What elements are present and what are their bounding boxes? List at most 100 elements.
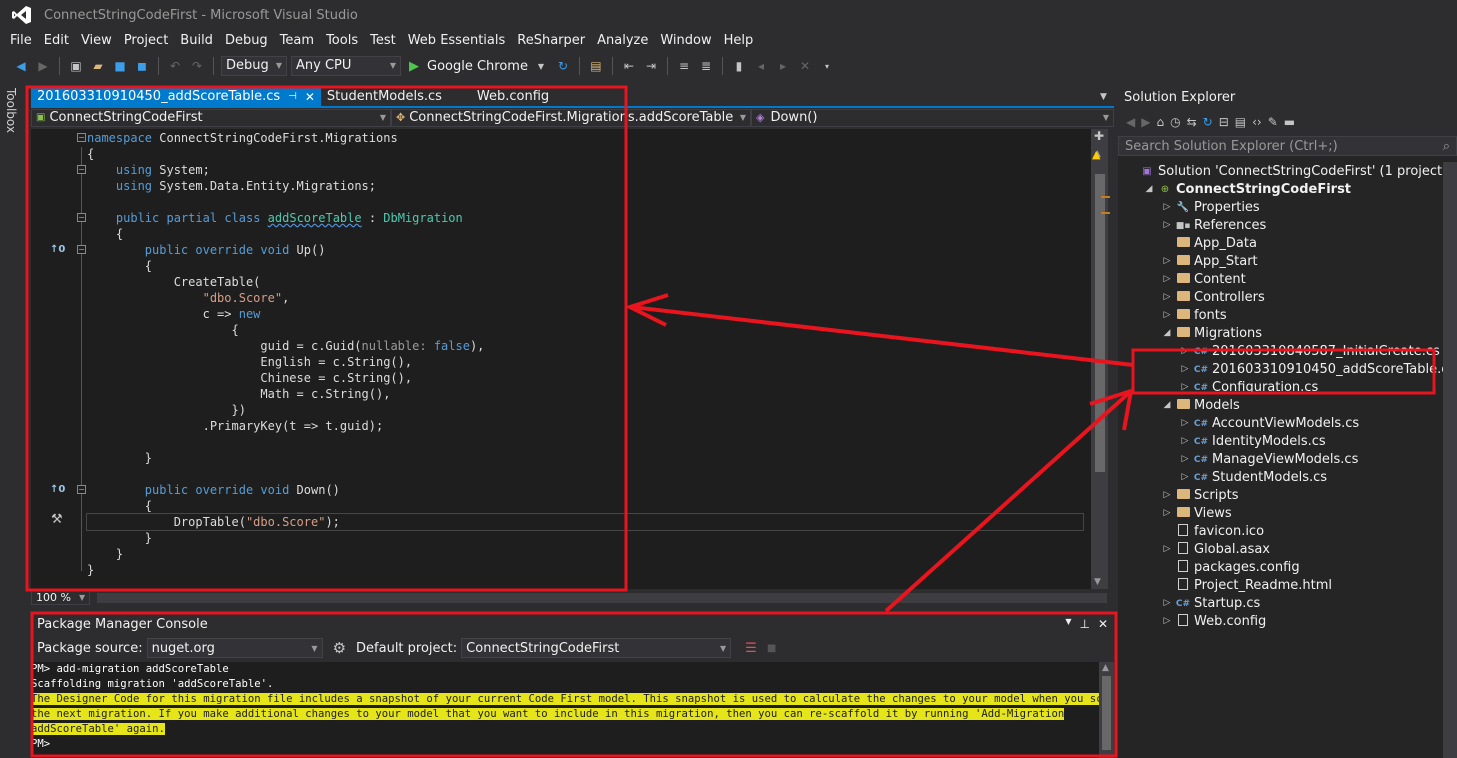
- collapse-all-icon[interactable]: ⊟: [1219, 115, 1229, 129]
- forward-icon[interactable]: ▶: [1141, 115, 1150, 129]
- tree-item[interactable]: ▷ C# 201603310840587_InitialCreate.cs: [1118, 342, 1457, 360]
- bookmark-icon[interactable]: ▮: [730, 57, 748, 75]
- package-source-dropdown[interactable]: nuget.org ▼: [146, 638, 323, 658]
- tree-item[interactable]: ▷ Content: [1118, 270, 1457, 288]
- collapse-icon[interactable]: −: [77, 133, 86, 142]
- prev-bookmark-icon[interactable]: ◂: [752, 57, 770, 75]
- codelens-references[interactable]: ↑0: [50, 484, 65, 495]
- tree-item[interactable]: ◢ Models: [1118, 396, 1457, 414]
- zoom-dropdown[interactable]: 100 % ▼: [31, 590, 91, 605]
- tree-item[interactable]: ▷ C# ManageViewModels.cs: [1118, 450, 1457, 468]
- refresh-icon[interactable]: ↻: [554, 57, 572, 75]
- close-icon[interactable]: ✕: [1098, 617, 1108, 631]
- back-icon[interactable]: ◀: [1126, 115, 1135, 129]
- menu-tools[interactable]: Tools: [320, 30, 364, 52]
- code-icon[interactable]: ‹›: [1252, 115, 1262, 129]
- tree-item[interactable]: ▷ ■▪ References: [1118, 216, 1457, 234]
- solution-explorer-search-input[interactable]: Search Solution Explorer (Ctrl+;) ⌕: [1118, 136, 1457, 156]
- tab-overflow-icon[interactable]: ▼: [1100, 92, 1107, 102]
- editor-vertical-scrollbar[interactable]: ▲ ▼: [1091, 129, 1108, 589]
- code-editor[interactable]: − − − − − ↑0 ↑0 ⚒ namespace ConnectStrin…: [31, 129, 1091, 589]
- menu-build[interactable]: Build: [174, 30, 219, 52]
- history-icon[interactable]: ◷: [1170, 115, 1180, 129]
- clear-console-icon[interactable]: ☰: [745, 641, 757, 656]
- refresh-icon[interactable]: ↻: [1203, 115, 1213, 129]
- collapsed-arrow-icon[interactable]: ▷: [1160, 310, 1174, 320]
- show-all-files-icon[interactable]: ▤: [1235, 115, 1246, 129]
- tree-item[interactable]: ▣ Solution 'ConnectStringCodeFirst' (1 pr…: [1118, 162, 1457, 180]
- redo-icon[interactable]: ↷: [188, 57, 206, 75]
- tree-item[interactable]: Project_Readme.html: [1118, 576, 1457, 594]
- expanded-arrow-icon[interactable]: ◢: [1160, 400, 1174, 410]
- properties-icon[interactable]: ✎: [1268, 115, 1278, 129]
- back-icon[interactable]: ◀: [12, 57, 30, 75]
- indent-icon[interactable]: ⇤: [620, 57, 638, 75]
- collapsed-arrow-icon[interactable]: ▷: [1160, 256, 1174, 266]
- chevron-down-icon[interactable]: ▼: [532, 57, 550, 75]
- collapsed-arrow-icon[interactable]: ▷: [1160, 274, 1174, 284]
- tab-webconfig[interactable]: Web.config: [471, 88, 555, 106]
- tree-item[interactable]: packages.config: [1118, 558, 1457, 576]
- tree-item[interactable]: ▷ Global.asax: [1118, 540, 1457, 558]
- tree-item[interactable]: ▷ C# StudentModels.cs: [1118, 468, 1457, 486]
- hammer-icon[interactable]: ⚒: [51, 512, 63, 527]
- save-all-icon[interactable]: ◼: [133, 57, 151, 75]
- collapsed-arrow-icon[interactable]: ▷: [1160, 616, 1174, 626]
- settings-gear-icon[interactable]: ⚙: [333, 639, 346, 657]
- menu-test[interactable]: Test: [364, 30, 402, 52]
- collapsed-arrow-icon[interactable]: ▷: [1160, 598, 1174, 608]
- pmc-vertical-scrollbar[interactable]: ▲: [1099, 662, 1114, 758]
- tree-item[interactable]: ◢ Migrations: [1118, 324, 1457, 342]
- collapsed-arrow-icon[interactable]: ▷: [1178, 364, 1192, 374]
- comment-icon[interactable]: ≡: [675, 57, 693, 75]
- collapsed-arrow-icon[interactable]: ▷: [1160, 508, 1174, 518]
- collapsed-arrow-icon[interactable]: ▷: [1160, 490, 1174, 500]
- tree-item[interactable]: ▷ 🔧 Properties: [1118, 198, 1457, 216]
- tree-item[interactable]: ▷ Scripts: [1118, 486, 1457, 504]
- tree-item[interactable]: ◢ ⊕ ConnectStringCodeFirst: [1118, 180, 1457, 198]
- tree-item[interactable]: favicon.ico: [1118, 522, 1457, 540]
- tree-item[interactable]: ▷ App_Start: [1118, 252, 1457, 270]
- editor-horizontal-scrollbar[interactable]: [97, 593, 1107, 603]
- menu-web-essentials[interactable]: Web Essentials: [402, 30, 512, 52]
- home-icon[interactable]: ⌂: [1156, 115, 1164, 129]
- collapsed-arrow-icon[interactable]: ▷: [1178, 436, 1192, 446]
- tree-item[interactable]: ▷ C# Startup.cs: [1118, 594, 1457, 612]
- start-debugging-icon[interactable]: ▶: [405, 57, 423, 75]
- menu-edit[interactable]: Edit: [38, 30, 75, 52]
- menu-project[interactable]: Project: [118, 30, 174, 52]
- minus-icon[interactable]: ▬: [1284, 115, 1295, 129]
- project-nav-dropdown[interactable]: ▣ ConnectStringCodeFirst ▼: [31, 109, 391, 127]
- collapsed-arrow-icon[interactable]: ▷: [1178, 472, 1192, 482]
- pmc-output[interactable]: PM> add-migration addScoreTable Scaffold…: [31, 662, 1099, 758]
- collapsed-arrow-icon[interactable]: ▷: [1178, 382, 1192, 392]
- outdent-icon[interactable]: ⇥: [642, 57, 660, 75]
- collapse-icon[interactable]: −: [77, 165, 86, 174]
- close-icon[interactable]: ✕: [305, 88, 315, 106]
- collapsed-arrow-icon[interactable]: ▷: [1160, 292, 1174, 302]
- scrollbar-thumb[interactable]: [101, 595, 1101, 601]
- sync-icon[interactable]: ⇆: [1187, 115, 1197, 129]
- menu-window[interactable]: Window: [654, 30, 717, 52]
- expanded-arrow-icon[interactable]: ◢: [1142, 184, 1156, 194]
- tree-item[interactable]: App_Data: [1118, 234, 1457, 252]
- toolbox-tab[interactable]: Toolbox: [4, 88, 18, 133]
- tree-item[interactable]: ▷ fonts: [1118, 306, 1457, 324]
- collapsed-arrow-icon[interactable]: ▷: [1178, 418, 1192, 428]
- browser-link-icon[interactable]: ▤: [587, 57, 605, 75]
- tree-item[interactable]: ▷ C# AccountViewModels.cs: [1118, 414, 1457, 432]
- menu-view[interactable]: View: [75, 30, 118, 52]
- stop-command-icon[interactable]: ■: [767, 643, 776, 654]
- scroll-up-icon[interactable]: ▲: [1102, 663, 1109, 673]
- type-nav-dropdown[interactable]: ✥ ConnectStringCodeFirst.Migrations.addSc…: [391, 109, 751, 127]
- uncomment-icon[interactable]: ≣: [697, 57, 715, 75]
- pin-icon[interactable]: ⊥: [1079, 617, 1089, 631]
- codelens-references[interactable]: ↑0: [50, 244, 65, 255]
- next-bookmark-icon[interactable]: ▸: [774, 57, 792, 75]
- tree-item[interactable]: ▷ C# 201603310910450_addScoreTable.cs: [1118, 360, 1457, 378]
- menu-help[interactable]: Help: [718, 30, 760, 52]
- scrollbar-thumb[interactable]: [1095, 174, 1105, 472]
- split-window-icon[interactable]: ✚: [1094, 129, 1104, 143]
- open-folder-icon[interactable]: ▰: [89, 57, 107, 75]
- tab-studentmodels[interactable]: StudentModels.cs: [321, 88, 471, 106]
